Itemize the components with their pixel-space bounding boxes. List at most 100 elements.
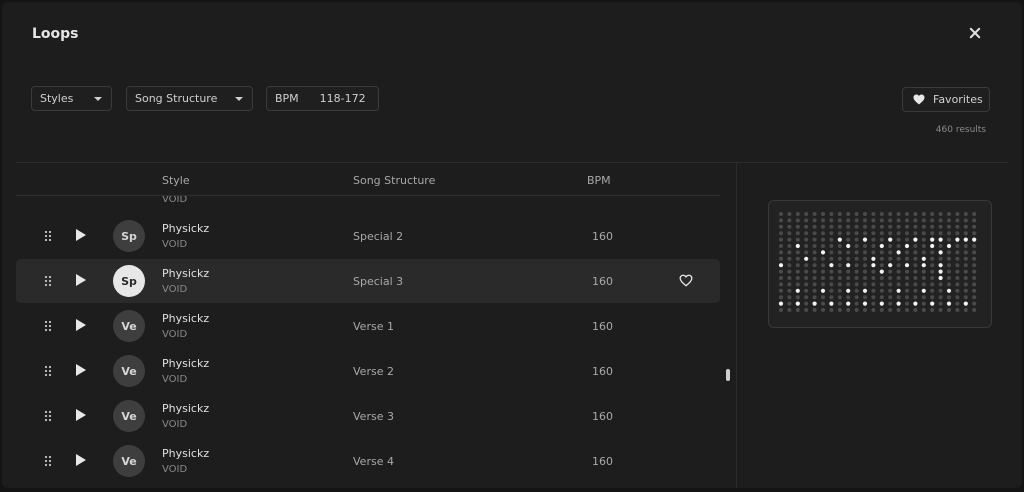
pattern-dot [905,231,909,236]
play-icon[interactable] [76,229,86,241]
drag-handle-icon[interactable] [44,275,52,287]
pattern-dot-active [795,301,800,306]
pattern-dot [913,218,918,223]
bpm-filter[interactable]: BPM 118-172 [266,86,379,111]
pattern-dot [812,288,817,293]
play-icon[interactable] [76,454,86,466]
pattern-dot [795,231,800,236]
pattern-dot [854,288,859,293]
pattern-dot [896,244,901,248]
pattern-dot [930,256,935,261]
pattern-dot [854,218,859,223]
pattern-dot [963,244,968,248]
pattern-dot [829,224,834,229]
pattern-dot [837,263,842,268]
drag-handle-icon[interactable] [44,320,52,332]
avatar: Ve [113,355,145,387]
pattern-dot [779,244,783,248]
pattern-dot [947,282,951,287]
pattern-dot [863,269,867,274]
list-scrollbar-thumb[interactable] [726,369,730,381]
list-item[interactable]: Ve Physickz VOID Verse 3 160 [16,394,720,438]
loop-list[interactable]: Style Song Structure BPM VOID Sp Physick… [16,163,722,488]
pattern-dot [779,276,783,280]
pattern-dot [896,231,901,236]
pattern-dot [804,276,809,280]
row-structure: Special 3 [353,275,404,288]
list-item[interactable]: Ve Physickz VOID Verse 1 160 [16,304,720,348]
drag-handle-icon[interactable] [44,455,52,467]
pattern-dot [779,224,783,229]
pattern-dot-active [963,237,968,242]
pattern-dot-active [879,243,884,249]
list-item[interactable]: Sp Physickz VOID Special 2 160 [16,214,720,258]
pattern-dot-active [896,250,901,255]
pattern-dot [787,301,792,306]
pattern-dot-active [888,237,893,242]
pattern-dot [879,237,884,242]
pattern-dot [804,263,809,268]
pattern-dot [913,269,918,274]
row-bpm: 160 [592,320,613,333]
pattern-dot [812,295,817,300]
drag-handle-icon[interactable] [44,230,52,242]
pattern-dot [972,301,977,306]
pattern-dot [812,224,817,229]
pattern-dot [846,295,851,300]
pattern-dot-active [904,263,910,268]
play-icon[interactable] [76,364,86,376]
pattern-dot [795,212,800,216]
pattern-dot-active [946,301,952,306]
pattern-dot [829,308,834,312]
pattern-dot [972,269,977,274]
row-name: Physickz [162,267,210,280]
pattern-dot [854,308,859,312]
pattern-dot [913,250,918,255]
avatar: Ve [113,400,145,432]
pattern-dot [871,288,876,293]
row-subtitle: VOID [162,464,188,475]
pattern-dot [913,256,918,261]
play-icon[interactable] [76,409,86,421]
pattern-dot [955,282,960,287]
drag-handle-icon[interactable] [44,365,52,377]
pattern-dot-active [921,288,926,293]
pattern-dot [963,231,968,236]
pattern-dot [913,231,918,236]
pattern-dot [921,301,926,306]
pattern-dot [787,237,792,242]
pattern-dot [913,244,918,248]
pattern-dot-active [862,301,868,306]
list-item-selected[interactable]: Sp Physickz VOID Special 3 160 [16,259,720,303]
pattern-dot [837,244,842,248]
list-item[interactable]: Ve Physickz VOID Verse 4 160 [16,439,720,483]
pattern-dot [938,295,943,300]
pattern-dot [955,295,960,300]
play-icon[interactable] [76,274,86,286]
pattern-dot [896,218,901,223]
favorites-button[interactable]: Favorites [902,87,990,112]
song-structure-dropdown[interactable]: Song Structure [126,86,253,111]
pattern-dot [787,308,792,312]
pattern-dot-active [938,237,943,242]
heart-outline-icon[interactable] [679,274,693,287]
pattern-dot [963,224,968,229]
pattern-dot [846,250,851,255]
play-icon[interactable] [76,319,86,331]
pattern-dot [947,231,951,236]
pattern-dot-active [930,301,935,306]
pattern-dot [905,218,909,223]
styles-dropdown[interactable]: Styles [31,86,112,111]
pattern-dot [812,263,817,268]
drag-handle-icon[interactable] [44,410,52,422]
pattern-dot [846,237,851,242]
pattern-dot [871,250,876,255]
pattern-dot [963,295,968,300]
pattern-dot [955,224,960,229]
pattern-dot [854,301,859,306]
pattern-dot [879,288,884,293]
list-item[interactable]: Ve Physickz VOID Verse 2 160 [16,349,720,393]
close-icon[interactable] [966,24,984,42]
pattern-dot [854,256,859,261]
pattern-dot [930,212,935,216]
